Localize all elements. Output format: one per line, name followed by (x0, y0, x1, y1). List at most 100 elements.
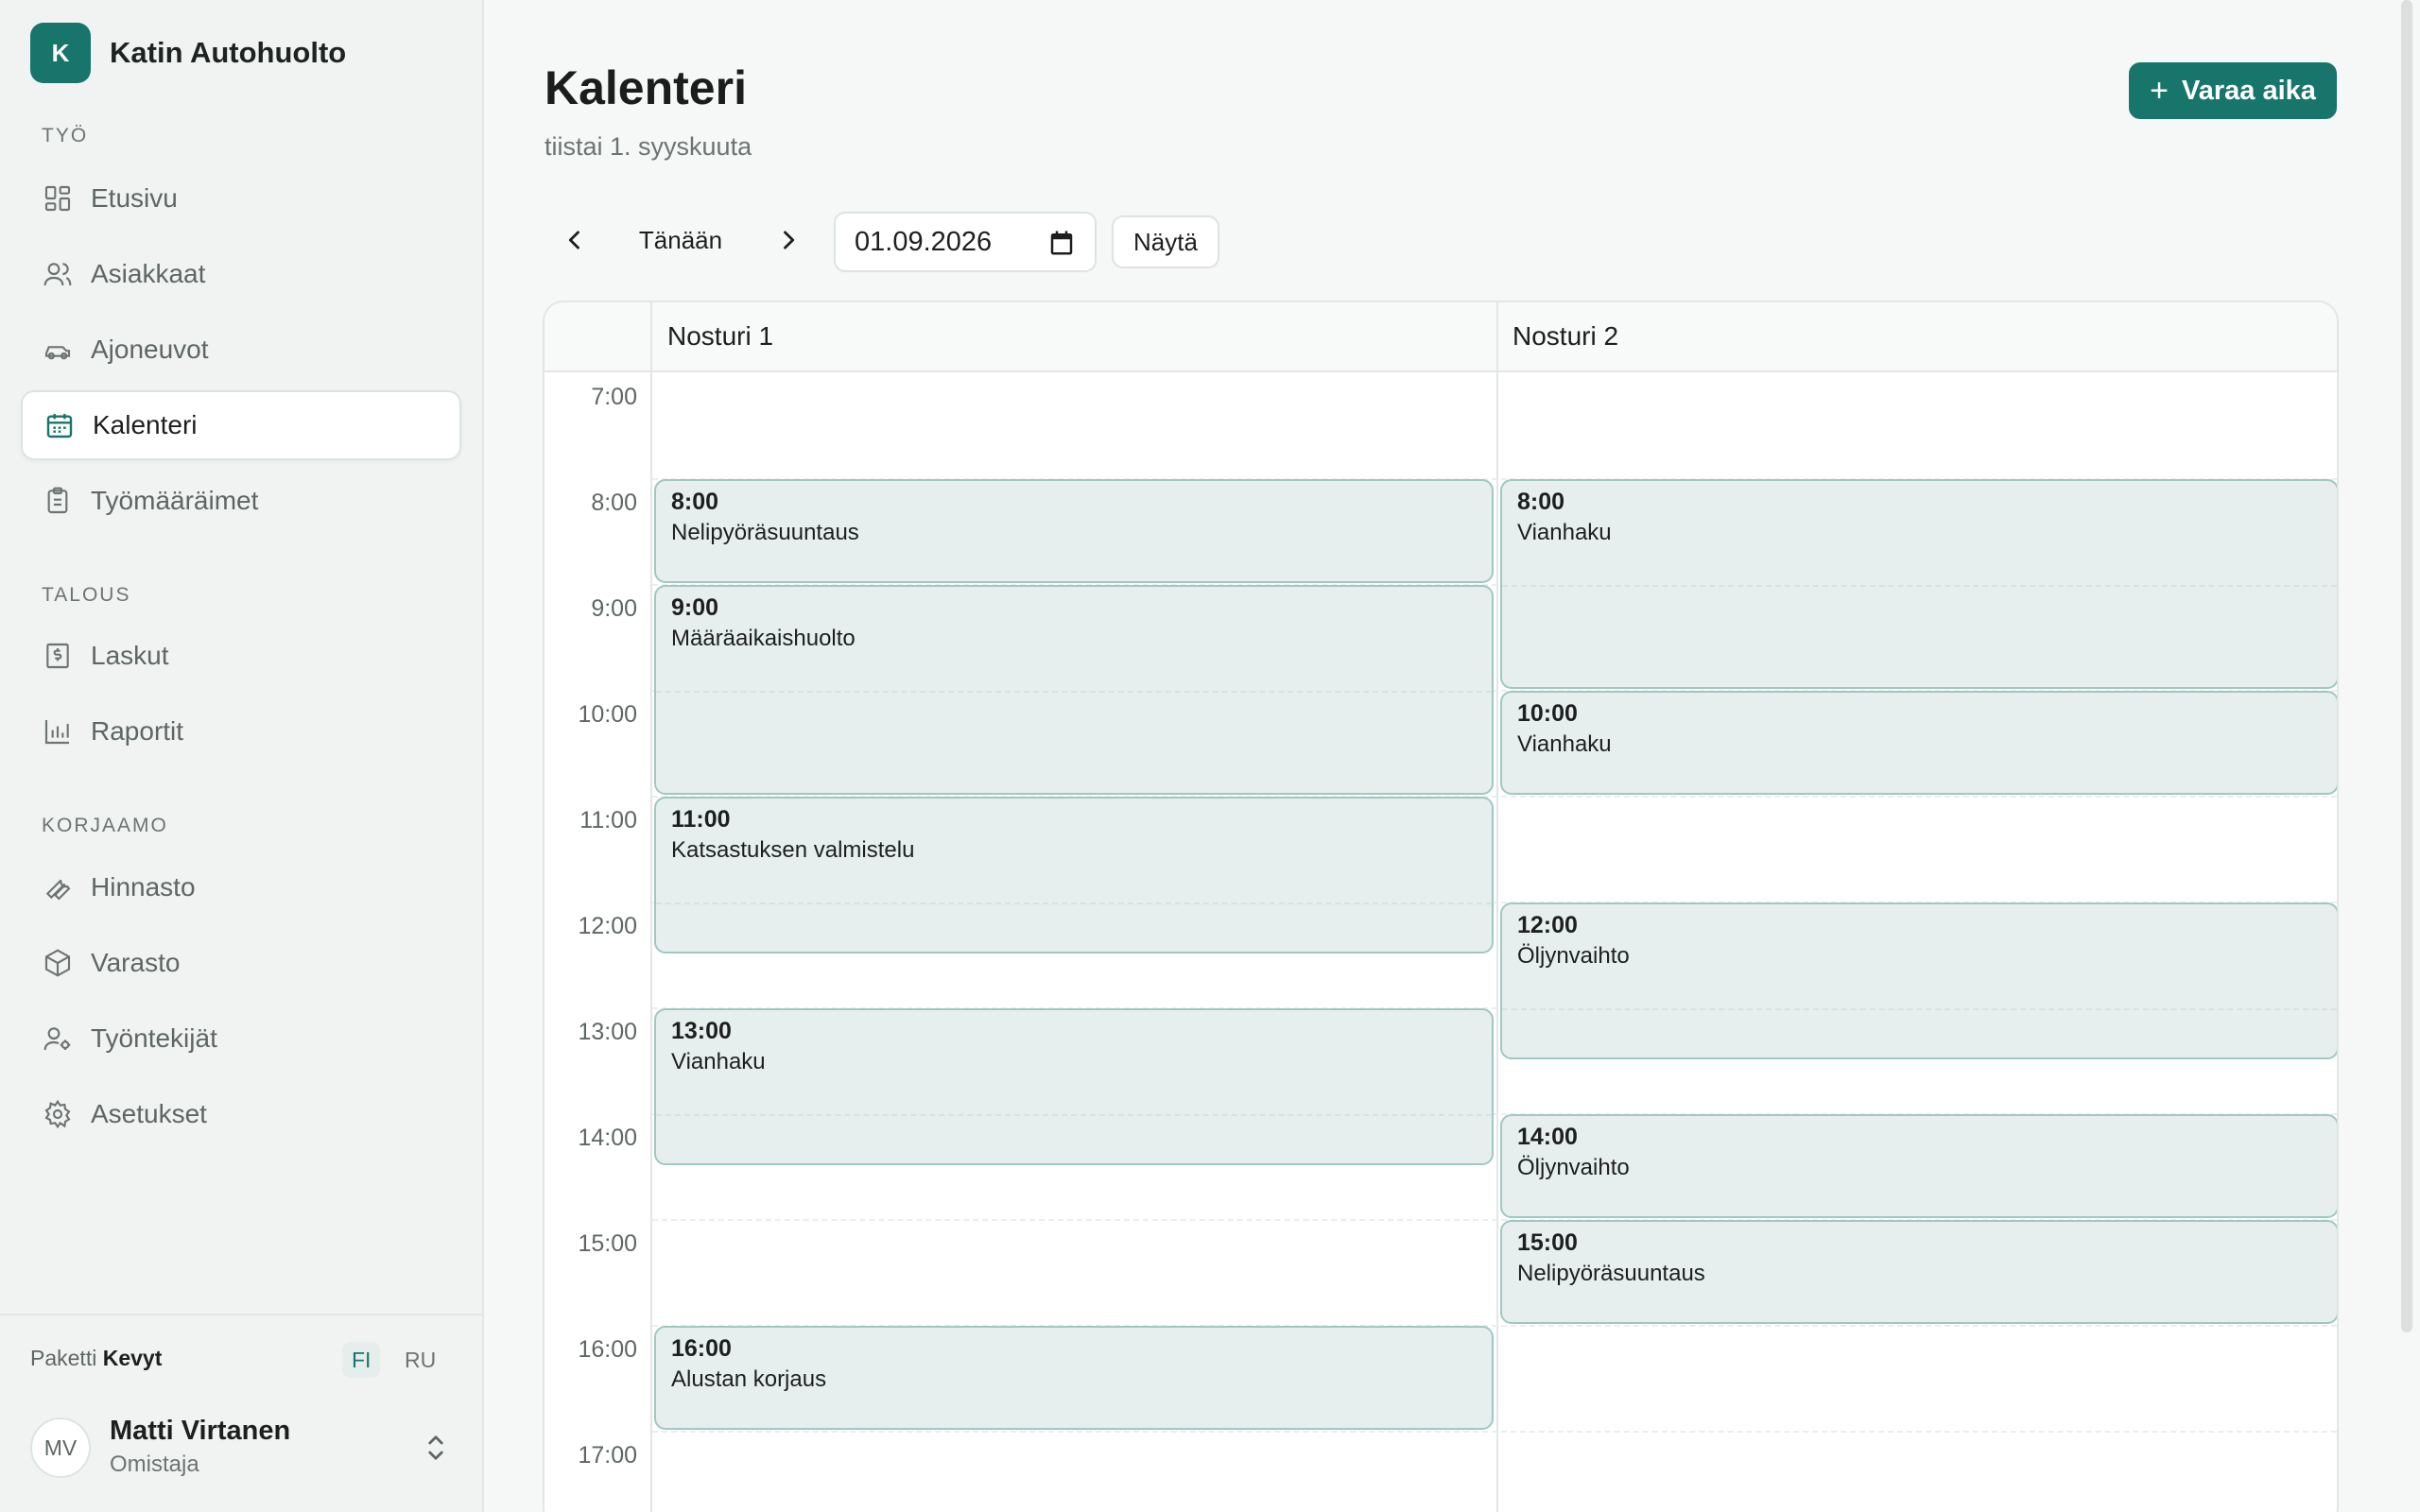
appointment-time: 10:00 (1517, 700, 1578, 727)
sidebar-item-label: Kalenteri (93, 410, 198, 439)
hour-label: 13:00 (578, 1019, 637, 1045)
sidebar-divider (0, 1314, 482, 1315)
wrench-icon (42, 871, 74, 903)
brand[interactable]: K Katin Autohuolto (30, 23, 346, 83)
hour-label: 16:00 (578, 1336, 637, 1363)
sidebar-item-label: Ajoneuvot (91, 335, 209, 364)
hour-gridline (656, 902, 1492, 904)
hour-gridline (1502, 1008, 2337, 1010)
calendar-picker-icon[interactable] (1047, 229, 1076, 257)
bar-chart-icon (42, 715, 74, 747)
appointment-title: Määräaikaishuolto (671, 626, 856, 651)
sidebar-item-raportit[interactable]: Raportit (21, 696, 461, 766)
gear-icon (42, 1098, 74, 1130)
appointment-title: Katsastuksen valmistelu (671, 837, 915, 863)
appointment-card[interactable]: 16:00 Alustan korjaus (654, 1326, 1494, 1430)
plus-icon: + (2150, 72, 2169, 109)
hour-label: 15:00 (578, 1230, 637, 1257)
previous-day-button[interactable] (548, 212, 601, 268)
appointment-title: Nelipyöräsuuntaus (1517, 1261, 1705, 1286)
sidebar-item-asiakkaat[interactable]: Asiakkaat (21, 239, 461, 309)
sidebar-item-label: Asiakkaat (91, 259, 206, 288)
user-role: Omistaja (110, 1452, 199, 1477)
appointment-card[interactable]: 8:00 Nelipyöräsuuntaus (654, 479, 1494, 583)
nav-section-title-korjaamo: KORJAAMO (42, 815, 168, 836)
appointment-card[interactable]: 11:00 Katsastuksen valmistelu (654, 797, 1494, 954)
appointment-time: 13:00 (671, 1018, 732, 1044)
appointment-card[interactable]: 10:00 Vianhaku (1500, 691, 2337, 795)
hour-gridline (656, 691, 1492, 693)
calendar-icon (43, 409, 76, 441)
sidebar: K Katin Autohuolto TYÖ Etusivu Asiakkaat… (0, 0, 484, 1512)
appointment-time: 11:00 (671, 806, 731, 833)
sidebar-item-ajoneuvot[interactable]: Ajoneuvot (21, 315, 461, 385)
invoice-icon (42, 640, 74, 672)
box-icon (42, 947, 74, 979)
column-title-nosturi-2: Nosturi 2 (1512, 321, 1619, 351)
appointment-title: Öljynvaihto (1517, 1155, 1630, 1180)
sidebar-item-laskut[interactable]: Laskut (21, 621, 461, 691)
book-button-label: Varaa aika (2181, 75, 2316, 106)
sidebar-item-label: Etusivu (91, 183, 178, 213)
appointment-time: 9:00 (671, 594, 719, 621)
date-input[interactable]: 01.09.2026 (834, 212, 1097, 272)
sidebar-item-label: Työmääräimet (91, 486, 259, 515)
day-calendar: Nosturi 1 Nosturi 2 7:00 8:00 9:00 10:00 11:… (543, 301, 2339, 1512)
user-name: Matti Virtanen (110, 1416, 291, 1446)
today-button[interactable]: Tänään (622, 212, 739, 268)
appointment-time: 8:00 (1517, 489, 1565, 515)
hour-gridline (652, 1431, 2337, 1433)
hour-label: 9:00 (591, 595, 637, 622)
sidebar-item-tyomaaraimet[interactable]: Työmääräimet (21, 466, 461, 536)
date-value: 01.09.2026 (855, 226, 993, 257)
chevron-up-down-icon[interactable] (422, 1431, 450, 1465)
show-button[interactable]: Näytä (1112, 215, 1219, 268)
next-day-button[interactable] (762, 212, 815, 268)
appointment-time: 12:00 (1517, 912, 1578, 938)
clipboard-icon (42, 485, 74, 517)
brand-name: Katin Autohuolto (110, 36, 347, 69)
user-settings-icon (42, 1022, 74, 1055)
sidebar-item-kalenteri[interactable]: Kalenteri (21, 390, 461, 460)
hour-label: 14:00 (578, 1125, 637, 1151)
sidebar-item-label: Hinnasto (91, 872, 196, 902)
appointment-title: Vianhaku (1517, 731, 1612, 757)
avatar[interactable]: MV (30, 1418, 91, 1478)
appointment-time: 16:00 (671, 1335, 732, 1362)
hour-gridline (1502, 585, 2337, 587)
language-ru[interactable]: RU (395, 1342, 445, 1378)
time-column-divider (650, 302, 652, 1512)
hour-label: 10:00 (578, 701, 637, 728)
appointment-card[interactable]: 15:00 Nelipyöräsuuntaus (1500, 1220, 2337, 1324)
sidebar-item-etusivu[interactable]: Etusivu (21, 163, 461, 233)
appointment-card[interactable]: 12:00 Öljynvaihto (1500, 902, 2337, 1059)
language-fi[interactable]: FI (342, 1342, 381, 1378)
column-divider (1496, 302, 1498, 1512)
appointment-title: Nelipyöräsuuntaus (671, 520, 859, 545)
scrollbar[interactable] (2401, 0, 2412, 1332)
users-icon (42, 258, 74, 290)
sidebar-item-varasto[interactable]: Varasto (21, 928, 461, 998)
sidebar-item-tyontekijat[interactable]: Työntekijät (21, 1004, 461, 1074)
appointment-title: Öljynvaihto (1517, 943, 1630, 969)
book-appointment-button[interactable]: + Varaa aika (2129, 62, 2337, 119)
chevron-left-icon (568, 231, 579, 249)
plan-name: Kevyt (102, 1346, 163, 1370)
sidebar-item-hinnasto[interactable]: Hinnasto (21, 852, 461, 922)
sidebar-item-asetukset[interactable]: Asetukset (21, 1079, 461, 1149)
hour-label: 17:00 (578, 1442, 637, 1469)
appointment-title: Alustan korjaus (671, 1366, 827, 1392)
hour-label: 8:00 (591, 490, 637, 516)
appointment-card[interactable]: 9:00 Määräaikaishuolto (654, 585, 1494, 795)
appointment-card[interactable]: 14:00 Öljynvaihto (1500, 1114, 2337, 1218)
appointment-card[interactable]: 13:00 Vianhaku (654, 1008, 1494, 1165)
appointment-time: 15:00 (1517, 1229, 1578, 1256)
nav-section-title-talous: TALOUS (42, 584, 131, 606)
brand-logo: K (30, 23, 91, 83)
plan-info: Paketti Kevyt (30, 1346, 162, 1371)
nav-section-title-tyo: TYÖ (42, 125, 89, 146)
sidebar-item-label: Varasto (91, 948, 181, 977)
appointment-card[interactable]: 8:00 Vianhaku (1500, 479, 2337, 689)
appointment-time: 8:00 (671, 489, 719, 515)
sidebar-item-label: Laskut (91, 641, 169, 670)
